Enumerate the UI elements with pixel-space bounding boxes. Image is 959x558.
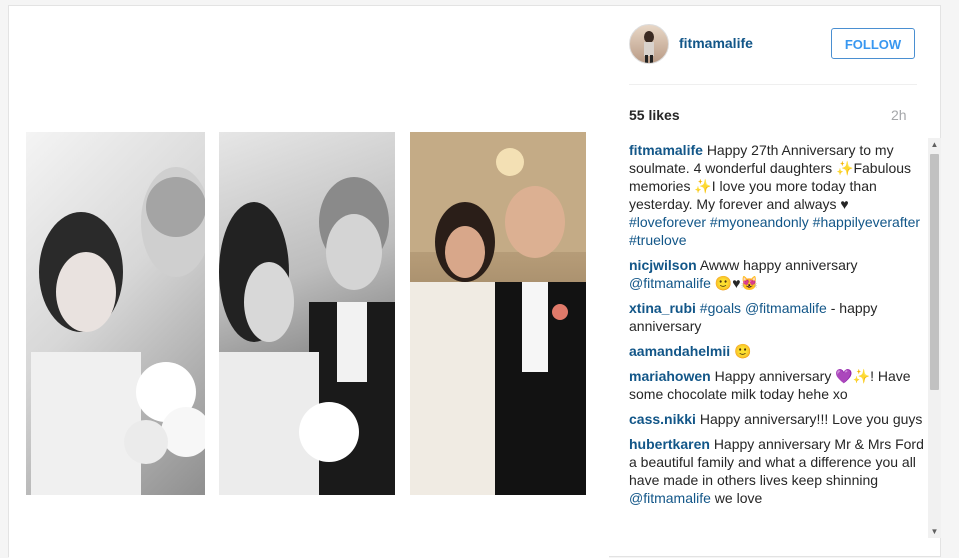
comment-username[interactable]: cass.nikki (629, 411, 696, 427)
comment-username[interactable]: xtina_rubi (629, 300, 696, 316)
comments-scrollbar[interactable]: ▲ ▼ (928, 138, 941, 538)
post-username-link[interactable]: fitmamalife (679, 35, 753, 51)
comment-item: fitmamalife Happy 27th Anniversary to my… (629, 141, 925, 249)
scroll-down-arrow-icon[interactable]: ▼ (928, 525, 941, 538)
scrollbar-thumb[interactable] (930, 154, 939, 390)
likes-count[interactable]: 55 likes (629, 107, 680, 123)
comment-mention[interactable]: #goals @fitmamalife (700, 300, 827, 316)
comment-item: aamandahelmii 🙂 (629, 342, 925, 360)
post-sidebar: fitmamalife FOLLOW 55 likes 2h fitmamali… (629, 6, 941, 558)
wedding-photo-2 (219, 132, 395, 495)
comment-emoji: 🙂♥😻 (714, 275, 758, 291)
comment-text: 🙂 (734, 343, 752, 359)
comment-username[interactable]: fitmamalife (629, 142, 703, 158)
comment-text: Awww happy anniversary (699, 257, 858, 273)
comment-item: mariahowen Happy anniversary 💜✨! Have so… (629, 367, 925, 403)
comments-list: fitmamalife Happy 27th Anniversary to my… (629, 141, 925, 537)
comment-username[interactable]: aamandahelmii (629, 343, 730, 359)
post-media[interactable] (9, 6, 609, 558)
comment-text: Happy anniversary!!! Love you guys (699, 411, 923, 427)
comment-mention[interactable]: @fitmamalife (629, 275, 711, 291)
comment-item: hubertkaren Happy anniversary Mr & Mrs F… (629, 435, 925, 507)
comment-item: cass.nikki Happy anniversary!!! Love you… (629, 410, 925, 428)
wedding-photo-1 (26, 132, 205, 495)
post-header: fitmamalife FOLLOW (629, 24, 917, 85)
comment-username[interactable]: mariahowen (629, 368, 711, 384)
comment-hashtags[interactable]: #loveforever #myoneandonly #happilyevera… (629, 214, 920, 248)
post-card: fitmamalife FOLLOW 55 likes 2h fitmamali… (8, 5, 941, 558)
scroll-up-arrow-icon[interactable]: ▲ (928, 138, 941, 151)
comment-item: xtina_rubi #goals @fitmamalife - happy a… (629, 299, 925, 335)
comment-text-continued: we love (714, 490, 763, 506)
comment-username[interactable]: hubertkaren (629, 436, 710, 452)
comment-mention[interactable]: @fitmamalife (629, 490, 711, 506)
comment-item: nicjwilson Awww happy anniversary @fitma… (629, 256, 925, 292)
comment-username[interactable]: nicjwilson (629, 257, 697, 273)
follow-button[interactable]: FOLLOW (831, 28, 915, 59)
couple-photo-recent (410, 132, 586, 495)
avatar[interactable] (629, 24, 669, 64)
post-timestamp[interactable]: 2h (891, 107, 907, 123)
